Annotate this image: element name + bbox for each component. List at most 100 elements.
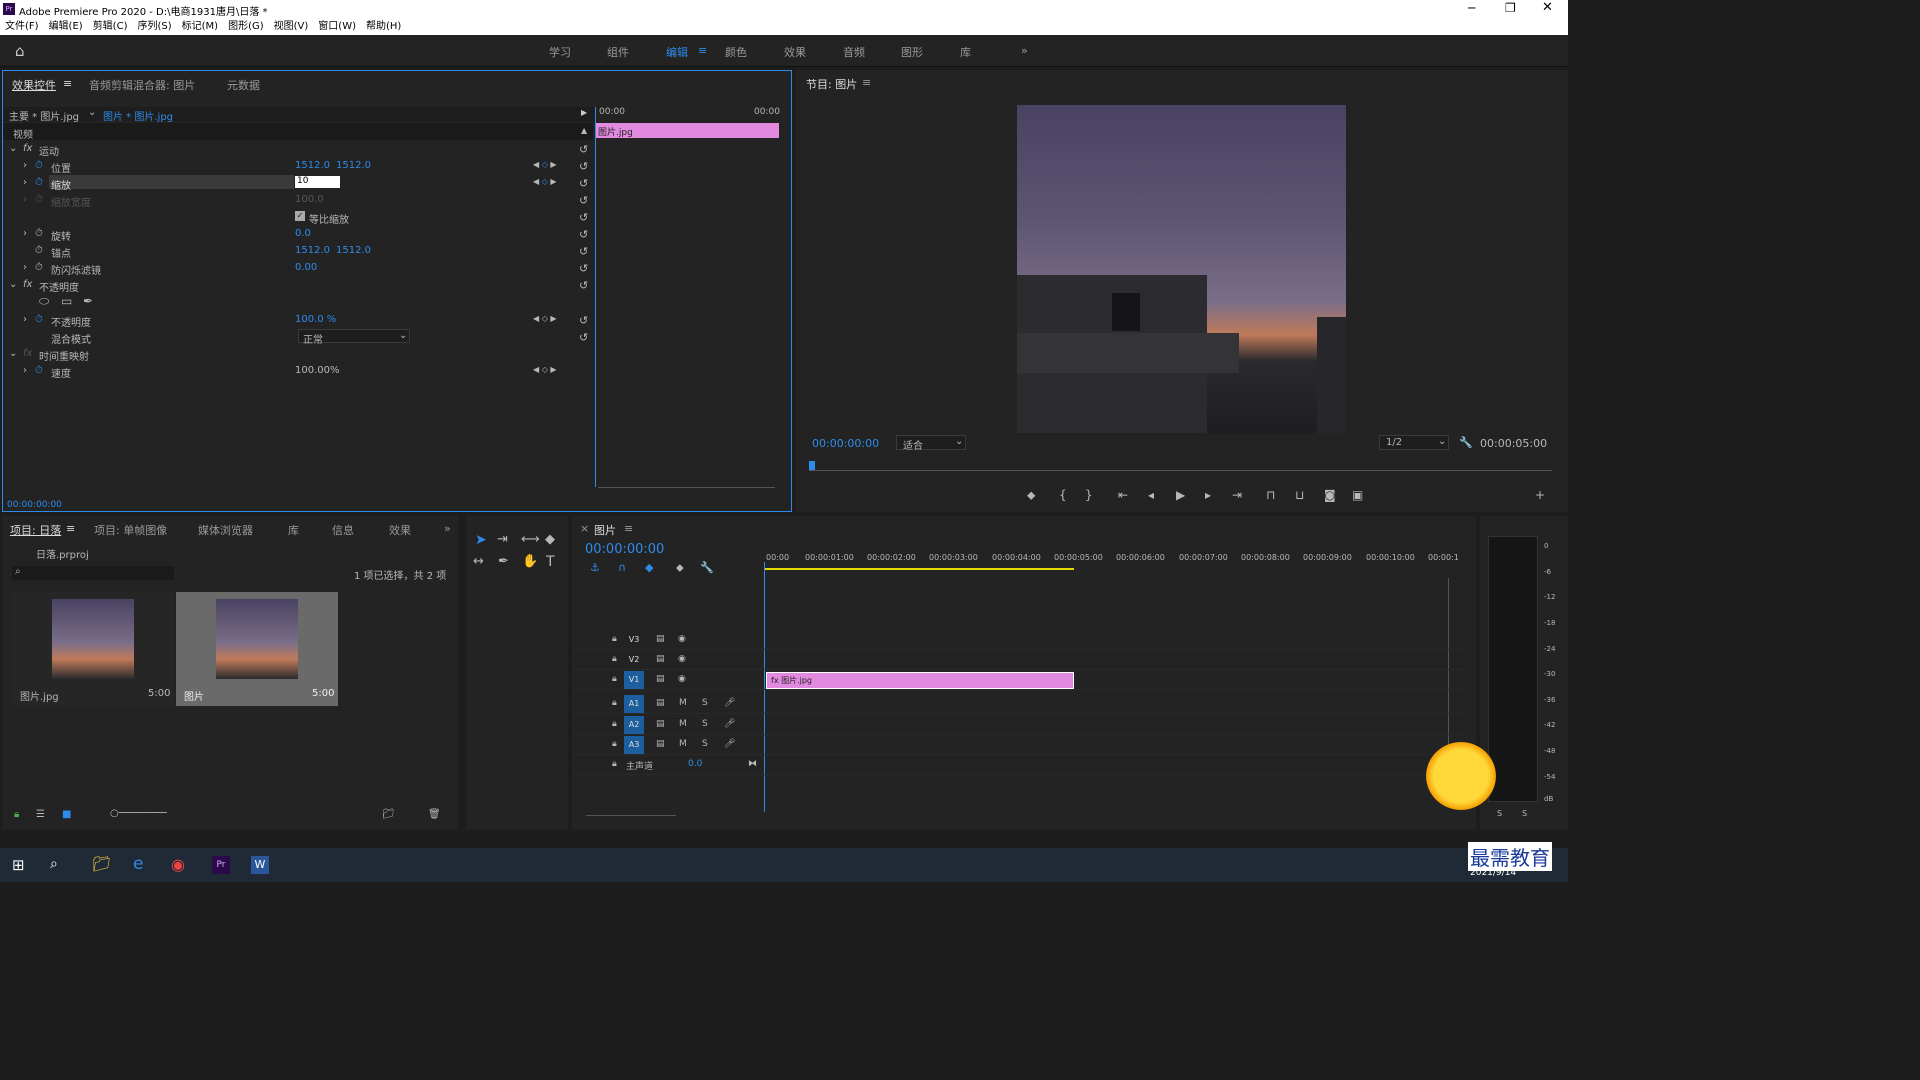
opacity-row[interactable]: › ⏱ 不透明度 100.0 % ◀ ◇ ▶ ↺ — [3, 311, 593, 329]
go-to-in-icon[interactable]: ⇤ — [1118, 488, 1128, 502]
position-row[interactable]: › ⏱ 位置 1512.0 1512.0 ◀ ◇ ▶ ↺ — [3, 157, 593, 175]
menu-markers[interactable]: 标记(M) — [182, 18, 218, 35]
track-a2[interactable]: 🔒︎ A2 ▤ M S 🎤︎ — [572, 715, 1465, 735]
linked-selection-icon[interactable]: ∩ — [618, 561, 626, 574]
menu-help[interactable]: 帮助(H) — [366, 18, 401, 35]
menu-sequence[interactable]: 序列(S) — [137, 18, 171, 35]
sequence-clip-label[interactable]: 图片 * 图片.jpg — [103, 108, 173, 123]
track-a3[interactable]: 🔒︎ A3 ▤ M S 🎤︎ — [572, 735, 1465, 755]
play-triangle-icon[interactable]: ▶ — [581, 108, 587, 117]
windows-start-icon[interactable]: ⊞ — [12, 856, 25, 874]
ws-assembly[interactable]: 组件 — [607, 44, 629, 60]
menu-view[interactable]: 视图(V) — [274, 18, 309, 35]
fit-dropdown[interactable]: 适合 ⌄ — [896, 435, 966, 452]
minimize-button[interactable]: ─ — [1468, 1, 1475, 15]
panel-menu-icon[interactable]: ≡ — [624, 522, 633, 535]
tab-project[interactable]: 项目: 日落 — [10, 522, 61, 538]
type-tool-icon[interactable]: T — [546, 554, 555, 570]
menu-file[interactable]: 文件(F) — [5, 18, 39, 35]
remap-row[interactable]: ⌄ fx 时间重映射 — [3, 345, 593, 363]
tab-info[interactable]: 信息 — [332, 522, 354, 538]
monitor-ruler[interactable] — [809, 470, 1552, 471]
solo-left-button[interactable]: S — [1497, 809, 1502, 818]
program-timecode[interactable]: 00:00:00:00 — [812, 437, 879, 450]
step-back-icon[interactable]: ◂ — [1148, 488, 1154, 502]
edge-browser-icon[interactable]: e — [133, 854, 143, 874]
comparison-icon[interactable]: ▣ — [1352, 488, 1363, 502]
ws-menu-icon[interactable]: ≡ — [698, 44, 707, 57]
search-input[interactable]: ⌕ — [12, 566, 174, 580]
project-item-selected[interactable]: 图片 5:00 — [176, 592, 338, 706]
rotation-row[interactable]: › ⏱ 旋转 0.0 ↺ — [3, 225, 593, 243]
work-area-bar[interactable] — [764, 568, 1074, 570]
more-workspaces-icon[interactable]: » — [1021, 44, 1028, 57]
step-forward-icon[interactable]: ▸ — [1205, 488, 1211, 502]
rectangle-mask-icon[interactable]: ▭ — [61, 294, 72, 308]
chevron-down-icon[interactable]: ⌄ — [88, 107, 96, 118]
file-explorer-icon[interactable]: 📁︎ — [92, 855, 111, 873]
play-icon[interactable]: ▶ — [1176, 488, 1185, 502]
panel-menu-icon[interactable]: ≡ — [862, 76, 871, 89]
word-icon[interactable]: W — [251, 856, 269, 874]
ws-audio[interactable]: 音频 — [843, 44, 865, 60]
trash-icon[interactable]: 🗑︎ — [428, 809, 441, 820]
marker-icon[interactable]: ⬥ — [1027, 488, 1035, 503]
camera-icon[interactable]: ◙ — [1324, 488, 1336, 502]
new-bin-icon[interactable]: 📁︎ — [382, 809, 395, 820]
ws-graphics[interactable]: 图形 — [901, 44, 923, 60]
track-master[interactable]: 🔒︎ 主声道 0.0 ⧓ — [572, 755, 1465, 775]
menu-graphics[interactable]: 图形(G) — [228, 18, 264, 35]
tab-audio-mixer[interactable]: 音频剪辑混合器: 图片 — [89, 77, 195, 93]
scale-row[interactable]: › ⏱ 缩放 10 ◀ ◇ ▶ ↺ — [3, 174, 593, 192]
close-tab-icon[interactable]: × — [580, 522, 589, 535]
wrench-icon[interactable]: 🔧 — [1459, 436, 1473, 449]
menu-clip[interactable]: 剪辑(C) — [93, 18, 128, 35]
ripple-tool-icon[interactable]: ⟷ — [521, 532, 540, 547]
motion-row[interactable]: ⌄ fx 运动 ↺ — [3, 140, 593, 158]
icon-view-icon[interactable]: ■ — [62, 809, 71, 820]
timeline-clip[interactable]: fx 图片.jpg — [766, 672, 1074, 689]
playhead[interactable] — [595, 107, 596, 487]
speed-row[interactable]: › ⏱ 速度 100.00% ◀ ◇ ▶ — [3, 362, 593, 380]
search-icon[interactable]: ⌕ — [50, 856, 58, 872]
track-v2[interactable]: 🔒︎ V2 ▤ ◉ — [572, 650, 1465, 670]
timeline-timecode[interactable]: 00:00:00:00 — [585, 542, 664, 557]
add-button-icon[interactable]: + — [1535, 488, 1545, 502]
mini-scroll[interactable] — [598, 487, 775, 488]
selection-tool-icon[interactable]: ➤ — [475, 532, 487, 548]
tab-metadata[interactable]: 元数据 — [227, 77, 260, 93]
flicker-row[interactable]: › ⏱ 防闪烁滤镜 0.00 ↺ — [3, 259, 593, 277]
program-title[interactable]: 节目: 图片 — [806, 76, 857, 92]
pen-tool-icon[interactable]: ✒ — [498, 554, 509, 569]
panel-menu-icon[interactable]: ≡ — [66, 522, 75, 535]
blend-row[interactable]: 混合模式 正常 ⌄ ↺ — [3, 328, 593, 346]
more-tabs-icon[interactable]: » — [444, 522, 451, 535]
horizontal-scroll[interactable] — [586, 815, 676, 816]
tab-effects[interactable]: 效果 — [389, 522, 411, 538]
premiere-taskbar-icon[interactable]: Pr — [212, 856, 230, 874]
lock-icon[interactable]: 🔒︎ — [14, 809, 19, 820]
menu-window[interactable]: 窗口(W) — [318, 18, 356, 35]
effects-timecode[interactable]: 00:00:00:00 — [7, 500, 62, 510]
blend-mode-dropdown[interactable]: 正常 ⌄ — [298, 329, 410, 346]
track-a1[interactable]: 🔒︎ A1 ▤ M S 🎤︎ — [572, 694, 1465, 714]
add-marker-icon[interactable]: ◆ — [645, 561, 653, 574]
stopwatch-icon[interactable]: ⏱ — [35, 160, 43, 171]
razor-tool-icon[interactable]: ◆ — [545, 532, 555, 547]
close-button[interactable]: ✕ — [1542, 0, 1553, 15]
home-icon[interactable]: ⌂ — [15, 42, 25, 60]
pen-mask-icon[interactable]: ✒ — [83, 294, 93, 308]
panel-menu-icon[interactable]: ≡ — [63, 77, 72, 90]
tab-media-browser[interactable]: 媒体浏览器 — [198, 522, 253, 538]
zoom-slider[interactable]: ○──────── — [110, 808, 167, 819]
lift-icon[interactable]: ⊓ — [1266, 488, 1275, 502]
project-item[interactable]: 图片.jpg 5:00 — [12, 592, 174, 706]
slip-tool-icon[interactable]: ↔ — [473, 554, 484, 569]
tab-effect-controls[interactable]: 效果控件 — [12, 77, 56, 93]
ws-learn[interactable]: 学习 — [549, 44, 571, 60]
track-v3[interactable]: 🔒︎ V3 ▤ ◉ — [572, 630, 1465, 650]
menu-edit[interactable]: 编辑(E) — [49, 18, 83, 35]
hand-tool-icon[interactable]: ✋ — [522, 554, 538, 569]
maximize-button[interactable]: ❐ — [1505, 1, 1516, 15]
mark-out-icon[interactable]: } — [1085, 488, 1093, 502]
